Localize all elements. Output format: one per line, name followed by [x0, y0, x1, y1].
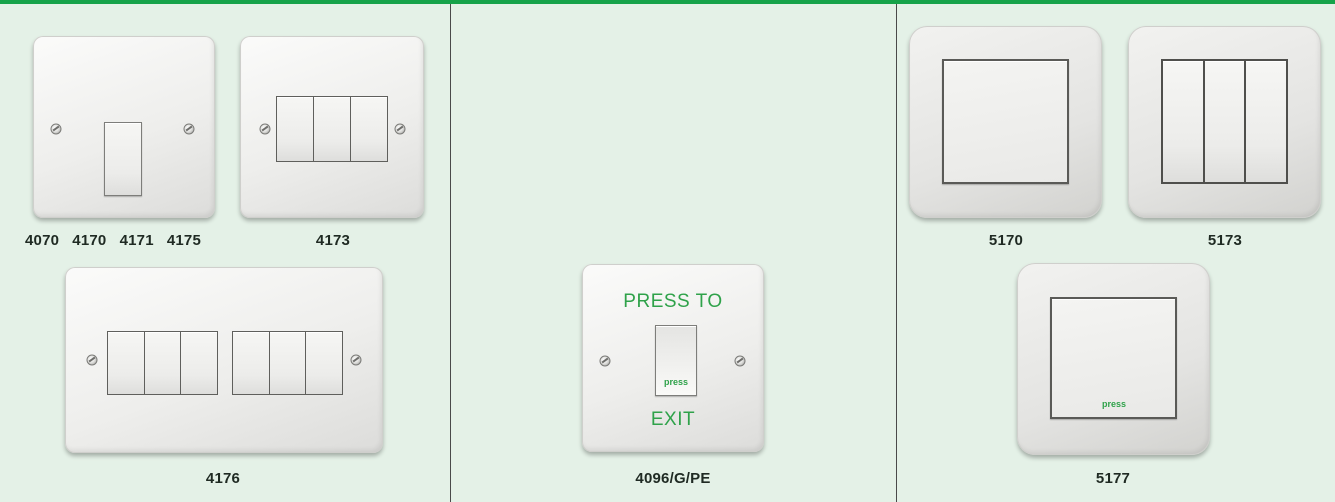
column-divider-left — [450, 4, 451, 502]
six-gang-switch-plate — [65, 267, 383, 453]
screw-icon — [86, 354, 98, 366]
rocker-switch[interactable] — [314, 97, 350, 161]
rocker-switch[interactable] — [1246, 61, 1287, 182]
press-rocker-switch[interactable]: press — [655, 325, 697, 396]
large-press-rocker-switch[interactable]: press — [1050, 297, 1177, 419]
rocker-switch[interactable] — [144, 332, 181, 394]
exit-plate-bottom-text: EXIT — [650, 409, 696, 430]
rocker-switch[interactable] — [1204, 61, 1245, 182]
screw-icon — [50, 123, 62, 135]
rocker-switch-group[interactable] — [1161, 59, 1288, 184]
screw-icon — [394, 123, 406, 135]
code-label: 4070 — [25, 232, 60, 249]
code-label: 4175 — [166, 232, 202, 249]
rocker-switch[interactable] — [104, 122, 142, 196]
press-legend: press — [1101, 399, 1127, 409]
rocker-switch[interactable] — [269, 332, 306, 394]
single-switch-codes: 4070 4170 4171 4175 — [25, 232, 201, 249]
rocker-switch-group[interactable] — [276, 96, 388, 162]
rocker-switch-group-right[interactable] — [232, 331, 343, 395]
single-switch-plate — [33, 36, 215, 218]
rocker-switch-group-left[interactable] — [107, 331, 218, 395]
exit-plate-top-text: PRESS TO — [623, 291, 723, 312]
exit-switch-label: 4096/G/PE — [635, 470, 711, 487]
rocker-switch[interactable] — [233, 332, 269, 394]
triple-switch-label: 4173 — [315, 232, 351, 249]
square-single-switch-label: 5170 — [988, 232, 1024, 249]
rocker-switch[interactable] — [351, 97, 387, 161]
square-press-switch-label: 5177 — [1095, 470, 1131, 487]
square-press-switch-plate: press — [1017, 263, 1210, 455]
column-divider-right — [896, 4, 897, 502]
rocker-switch[interactable] — [108, 332, 144, 394]
screw-icon — [599, 355, 611, 367]
rocker-switch[interactable] — [1163, 61, 1203, 182]
screw-icon — [734, 355, 746, 367]
square-triple-switch-plate — [1128, 26, 1321, 218]
rocker-switch[interactable] — [306, 332, 343, 394]
screw-icon — [350, 354, 362, 366]
square-triple-switch-label: 5173 — [1207, 232, 1243, 249]
press-legend: press — [663, 377, 689, 387]
large-rocker-switch[interactable] — [942, 59, 1069, 184]
square-single-switch-plate — [909, 26, 1102, 218]
code-label: 4170 — [72, 232, 107, 249]
top-accent-bar — [0, 0, 1335, 4]
code-label: 4171 — [119, 232, 154, 249]
rocker-switch[interactable] — [277, 97, 313, 161]
exit-switch-plate: PRESS TO press EXIT — [582, 264, 764, 452]
triple-switch-plate — [240, 36, 424, 218]
six-gang-switch-label: 4176 — [205, 470, 241, 487]
rocker-switch[interactable] — [181, 332, 218, 394]
screw-icon — [259, 123, 271, 135]
screw-icon — [183, 123, 195, 135]
